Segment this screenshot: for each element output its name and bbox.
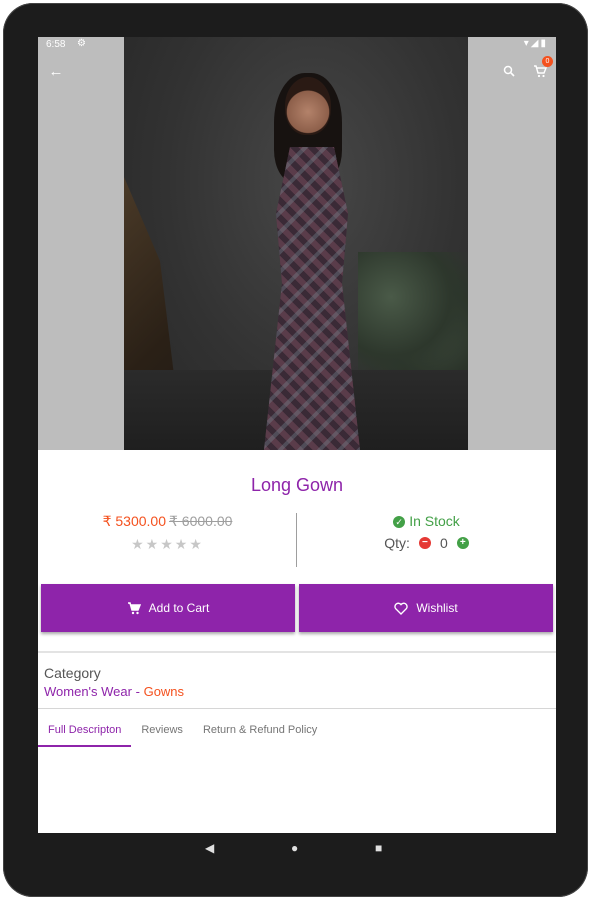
sale-price: ₹ 5300.00 — [102, 513, 166, 529]
category-breadcrumb: Women's Wear - Gowns — [44, 684, 184, 699]
product-photo[interactable] — [124, 37, 468, 450]
category-sub-link[interactable]: Gowns — [144, 684, 184, 699]
app-screen: 6:58 ⚙ ▾◢▮ ← 0 Long Gown ₹ 5300.00 ₹ 6000… — [38, 37, 556, 833]
section-divider — [38, 651, 556, 653]
stock-section: ✓ In Stock Qty: − 0 + — [297, 513, 556, 569]
tab-reviews[interactable]: Reviews — [131, 721, 193, 747]
tab-full-description[interactable]: Full Descripton — [38, 721, 132, 747]
product-title: Long Gown — [250, 475, 344, 495]
rating-stars: ★★★★★ — [131, 536, 204, 552]
nav-recents-icon[interactable]: ■ — [375, 841, 382, 855]
price-section: ₹ 5300.00 ₹ 6000.00 ★★★★★ — [38, 513, 297, 569]
qty-value: 0 — [439, 535, 448, 551]
category-separator: - — [135, 684, 140, 699]
status-bar: 6:58 ⚙ ▾◢▮ — [38, 37, 556, 53]
category-label: Category — [44, 665, 101, 681]
heart-icon — [394, 602, 409, 615]
stock-status: ✓ In Stock — [297, 513, 556, 529]
settings-icon: ⚙ — [77, 38, 86, 49]
price-row: ₹ 5300.00 ₹ 6000.00 — [38, 513, 297, 530]
category-main-link[interactable]: Women's Wear — [44, 684, 132, 699]
wifi-icon: ▾ — [523, 38, 531, 49]
search-icon — [503, 65, 515, 77]
system-status-icons: ▾◢▮ — [524, 38, 548, 49]
product-image-area — [38, 37, 556, 450]
tabs-divider — [38, 708, 556, 709]
cart-button[interactable]: 0 — [528, 56, 553, 83]
details-tabs: Full Descripton Reviews Return & Refund … — [38, 721, 327, 749]
add-to-cart-button[interactable]: Add to Cart — [41, 584, 295, 632]
nav-home-icon[interactable]: ● — [291, 841, 298, 855]
battery-icon: ▮ — [540, 38, 548, 49]
add-to-cart-label: Add to Cart — [148, 601, 210, 615]
qty-increase-button[interactable]: + — [456, 537, 469, 549]
search-button[interactable] — [497, 59, 521, 83]
stock-status-label: In Stock — [409, 513, 460, 529]
cart-icon — [127, 602, 141, 615]
wishlist-button[interactable]: Wishlist — [299, 584, 553, 632]
nav-back-icon[interactable]: ◀ — [205, 841, 214, 855]
back-button[interactable]: ← — [44, 59, 68, 83]
original-price: ₹ 6000.00 — [169, 513, 233, 529]
tab-return-refund-policy[interactable]: Return & Refund Policy — [193, 721, 327, 747]
quantity-stepper: Qty: − 0 + — [297, 535, 556, 551]
check-circle-icon: ✓ — [393, 516, 406, 528]
photo-model — [252, 73, 372, 450]
wishlist-label: Wishlist — [416, 601, 458, 615]
qty-label: Qty: — [384, 535, 410, 551]
cart-count-badge: 0 — [542, 56, 553, 67]
arrow-left-icon: ← — [48, 62, 64, 80]
system-nav-bar: ◀ ● ■ — [38, 833, 556, 865]
photo-gown-pattern — [264, 147, 360, 450]
photo-face — [285, 77, 331, 135]
status-time: 6:58 — [46, 39, 66, 50]
qty-decrease-button[interactable]: − — [418, 537, 431, 549]
